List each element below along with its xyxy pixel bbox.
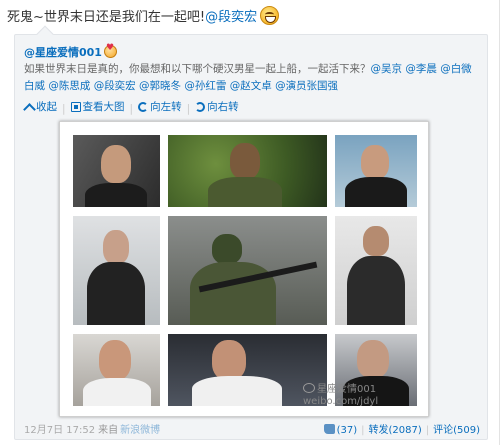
thumbs-up-icon [323,424,335,434]
toolbar-divider: | [129,102,134,115]
watermark-url: weibo.com/jdyl [303,396,379,407]
mention-link[interactable]: @吴京 [371,63,403,75]
collapse-icon [24,102,34,112]
watermark-name: 星座爱情001 [317,384,377,395]
collage-photo [73,334,160,406]
rotate-right-label: 向右转 [207,101,239,113]
original-post-text: 如果世界末日是真的，你最想和以下哪个硬汉男星一起上船，一起活下来？@吴京 @李晨… [24,61,478,95]
post-actions: (37) | 转发(2087) | 评论(509) [323,421,480,436]
rotate-left-label: 向左转 [150,101,182,113]
collage-photo [168,216,327,325]
toolbar-divider: | [186,102,191,115]
mention-link[interactable]: 白威 [24,80,45,92]
original-author-link[interactable]: @星座爱情001 [24,46,102,59]
rotate-right-button[interactable]: 向右转 [195,99,239,114]
toolbar-divider: | [62,102,66,115]
comment-button[interactable]: 评论(509) [433,425,480,436]
image-toolbar: 收起 | 查看大图 | 向左转 | 向右转 [24,99,239,115]
collage-photo [168,135,327,207]
image-watermark: 星座爱情001 weibo.com/jdyl [303,383,378,408]
mention-link[interactable]: @白微 [440,63,472,75]
view-large-button[interactable]: 查看大图 [70,99,125,114]
like-count: (37) [336,425,358,436]
via-source-link[interactable]: 新浪微博 [120,425,160,436]
view-large-label: 查看大图 [82,101,125,113]
rotate-left-icon [138,101,149,112]
rotate-left-button[interactable]: 向左转 [138,99,182,114]
repost-card: @星座爱情001 如果世界末日是真的，你最想和以下哪个硬汉男星一起上船，一起活下… [14,25,488,440]
original-author: @星座爱情001 [24,43,117,60]
collapse-button[interactable]: 收起 [24,99,57,114]
photo-collage[interactable] [59,121,429,417]
mention-link[interactable]: @赵文卓 [230,80,272,92]
action-divider: | [361,425,365,436]
post-footer: 12月7日 17:52 来自 新浪微博 (37) | 转发(2087) | 评论(509) [24,421,480,437]
collage-photo [73,216,160,325]
mention-link[interactable]: @段奕宏 [94,80,136,92]
action-divider: | [425,425,430,436]
smile-emoji-icon [260,6,280,25]
post-text-body: 死鬼~世界末日还是我们在一起吧! [7,10,206,25]
mention-link[interactable]: @孙红雷 [184,80,226,92]
collage-photo [335,135,417,207]
mention-link[interactable]: @郭晓冬 [139,80,181,92]
mention-link[interactable]: @陈思成 [48,80,90,92]
collage-photo [335,216,417,325]
collage-photo [73,135,160,207]
weibo-logo-icon [303,383,315,393]
weibo-post: 死鬼~世界末日还是我们在一起吧!@段奕宏 @星座爱情001 如果世界末日是真的，… [0,0,500,445]
mention-link[interactable]: @演员张国强 [275,80,338,92]
mention-link[interactable]: @李晨 [405,63,437,75]
post-mention-link[interactable]: @段奕宏 [205,10,257,25]
collapse-label: 收起 [36,101,57,113]
via-label: 来自 [98,425,119,436]
repost-button[interactable]: 转发(2087) [368,425,421,436]
post-text: 死鬼~世界末日还是我们在一起吧!@段奕宏 [7,6,280,28]
heart-emoji-icon [103,43,117,58]
rotate-right-icon [195,101,206,112]
repost-pointer [36,25,54,43]
post-timestamp[interactable]: 12月7日 17:52 [24,425,95,436]
view-large-icon [70,101,81,112]
like-button[interactable]: (37) [323,424,358,436]
original-post-body: 如果世界末日是真的，你最想和以下哪个硬汉男星一起上船，一起活下来？ [24,63,371,75]
